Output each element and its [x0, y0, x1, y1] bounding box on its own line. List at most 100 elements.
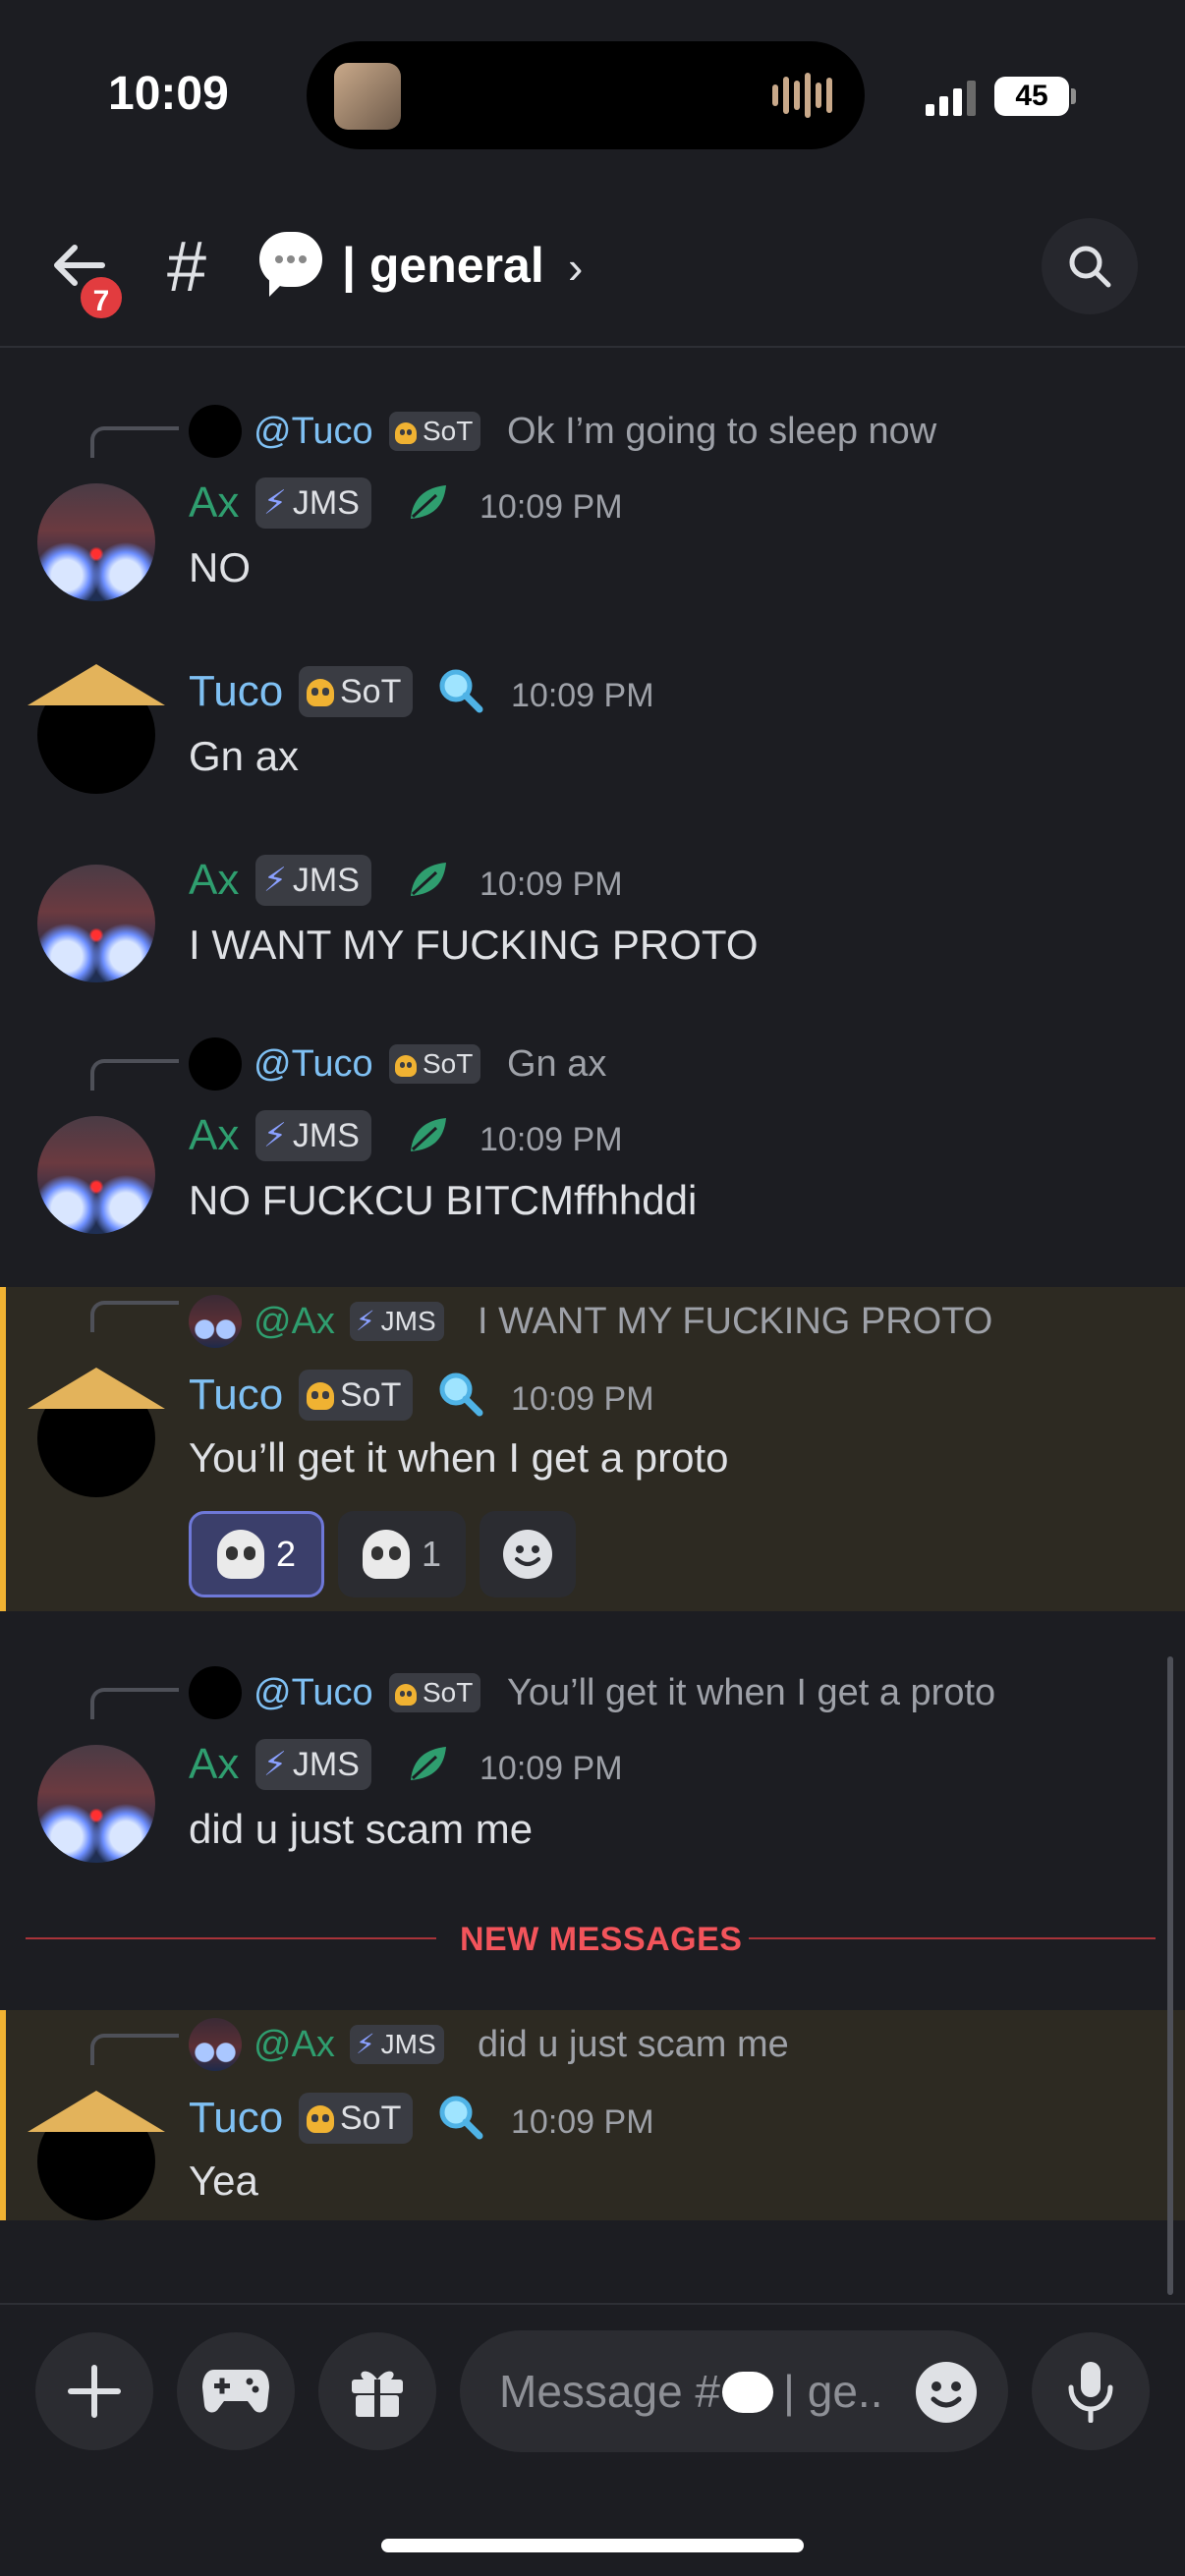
- microphone-icon: [1068, 2362, 1113, 2423]
- role-tag: SoT: [389, 1044, 481, 1084]
- message-text[interactable]: NO: [189, 540, 251, 595]
- role-tag: ⚡ JMS: [255, 477, 371, 529]
- reply-author[interactable]: @Tuco: [254, 405, 373, 458]
- reply-avatar: [189, 1295, 242, 1348]
- dynamic-island[interactable]: [307, 41, 865, 149]
- reply-avatar: [189, 2018, 242, 2071]
- bolt-icon: ⚡: [356, 1306, 375, 1336]
- reply-avatar: [189, 405, 242, 458]
- reply-connector: [90, 2034, 179, 2065]
- reply-preview[interactable]: I WANT MY FUCKING PROTO: [478, 1295, 992, 1348]
- avatar[interactable]: [37, 865, 155, 982]
- message-author[interactable]: Ax: [189, 1108, 239, 1163]
- status-time: 10:09: [108, 68, 229, 120]
- channel-hash-icon: #: [167, 228, 207, 307]
- now-playing-thumbnail: [334, 63, 401, 130]
- message-text[interactable]: I WANT MY FUCKING PROTO: [189, 918, 759, 973]
- magnifier-badge-icon: [439, 2096, 483, 2140]
- reaction-skull-crossbones[interactable]: 2: [189, 1511, 324, 1597]
- home-indicator[interactable]: [381, 2539, 804, 2552]
- reply-author[interactable]: @Tuco: [254, 1666, 373, 1719]
- skull-tag-icon: [395, 1055, 417, 1077]
- message-input[interactable]: Message # | ge..: [460, 2330, 1008, 2452]
- header-divider: [0, 346, 1185, 348]
- message-author[interactable]: Tuco: [189, 1368, 283, 1423]
- leaf-badge-icon: [411, 1747, 446, 1780]
- message-author[interactable]: Ax: [189, 1737, 239, 1792]
- chevron-right-icon[interactable]: ›: [568, 236, 583, 299]
- timestamp: 10:09 PM: [511, 1380, 654, 1418]
- message-text[interactable]: You’ll get it when I get a proto: [189, 1430, 729, 1485]
- role-tag: SoT: [389, 412, 481, 451]
- skull-tag-icon: [307, 679, 334, 706]
- timestamp: 10:09 PM: [511, 677, 654, 714]
- message-author[interactable]: Ax: [189, 853, 239, 908]
- reply-connector: [90, 1688, 179, 1719]
- add-reaction-button[interactable]: [480, 1511, 576, 1597]
- reply-author[interactable]: @Tuco: [254, 1037, 373, 1091]
- emoji-icon[interactable]: [914, 2360, 979, 2425]
- role-tag: ⚡ JMS: [350, 1302, 444, 1341]
- battery-icon: 45: [994, 77, 1069, 116]
- reply-preview[interactable]: Gn ax: [507, 1037, 606, 1091]
- add-reaction-icon: [503, 1530, 552, 1579]
- reply-author[interactable]: @Ax: [254, 2018, 335, 2071]
- avatar[interactable]: [37, 483, 155, 601]
- attach-button[interactable]: [35, 2332, 153, 2450]
- hat-decoration: [28, 664, 165, 705]
- scrollbar[interactable]: [1167, 1656, 1173, 2295]
- bolt-icon: ⚡: [263, 484, 287, 522]
- reply-preview[interactable]: You’ll get it when I get a proto: [507, 1666, 995, 1719]
- timestamp: 10:09 PM: [480, 866, 623, 903]
- signal-icon: [926, 79, 981, 116]
- gift-button[interactable]: [318, 2332, 436, 2450]
- reply-avatar: [189, 1037, 242, 1091]
- skull-tag-icon: [395, 1684, 417, 1706]
- plus-icon: [68, 2365, 121, 2418]
- message-text[interactable]: Gn ax: [189, 729, 299, 784]
- message-author[interactable]: Ax: [189, 476, 239, 531]
- timestamp: 10:09 PM: [480, 488, 623, 526]
- reply-connector: [90, 426, 179, 458]
- role-tag: SoT: [299, 2093, 414, 2144]
- avatar[interactable]: [37, 1745, 155, 1863]
- role-tag: SoT: [389, 1673, 481, 1712]
- role-tag: ⚡ JMS: [350, 2025, 444, 2064]
- reply-connector: [90, 1301, 179, 1332]
- role-tag: SoT: [299, 1370, 414, 1421]
- magnifier-badge-icon: [439, 1372, 483, 1417]
- bolt-icon: ⚡: [263, 1117, 287, 1154]
- search-button[interactable]: [1042, 218, 1138, 314]
- search-icon: [1069, 246, 1111, 288]
- gamepad-icon: [202, 2370, 269, 2413]
- speech-bubble-icon: [722, 2372, 774, 2413]
- channel-name[interactable]: | general: [342, 234, 544, 297]
- unread-badge: 7: [77, 273, 126, 322]
- reaction-skull[interactable]: 1: [338, 1511, 466, 1597]
- hat-decoration: [28, 2091, 165, 2132]
- activities-button[interactable]: [177, 2332, 295, 2450]
- timestamp: 10:09 PM: [480, 1750, 623, 1787]
- reply-preview[interactable]: Ok I’m going to sleep now: [507, 405, 936, 458]
- message-author[interactable]: Tuco: [189, 2091, 283, 2146]
- speech-bubble-icon: [259, 232, 322, 297]
- leaf-badge-icon: [411, 485, 446, 519]
- skull-tag-icon: [307, 1382, 334, 1410]
- hat-decoration: [28, 1368, 165, 1409]
- role-tag: SoT: [299, 666, 414, 717]
- voice-message-button[interactable]: [1032, 2332, 1150, 2450]
- role-tag: ⚡ JMS: [255, 1739, 371, 1790]
- message-text[interactable]: Yea: [189, 2154, 258, 2209]
- reply-author[interactable]: @Ax: [254, 1295, 335, 1348]
- reply-preview[interactable]: did u just scam me: [478, 2018, 789, 2071]
- message-text[interactable]: NO FUCKCU BITCMffhhddi: [189, 1173, 697, 1228]
- bolt-icon: ⚡: [356, 2029, 375, 2059]
- new-messages-line-right: [749, 1937, 1156, 1939]
- message-text[interactable]: did u just scam me: [189, 1802, 533, 1857]
- reply-connector: [90, 1059, 179, 1091]
- bolt-icon: ⚡: [263, 1746, 287, 1783]
- bolt-icon: ⚡: [263, 862, 287, 899]
- avatar[interactable]: [37, 1116, 155, 1234]
- message-author[interactable]: Tuco: [189, 664, 283, 719]
- skull-icon: [362, 1530, 410, 1579]
